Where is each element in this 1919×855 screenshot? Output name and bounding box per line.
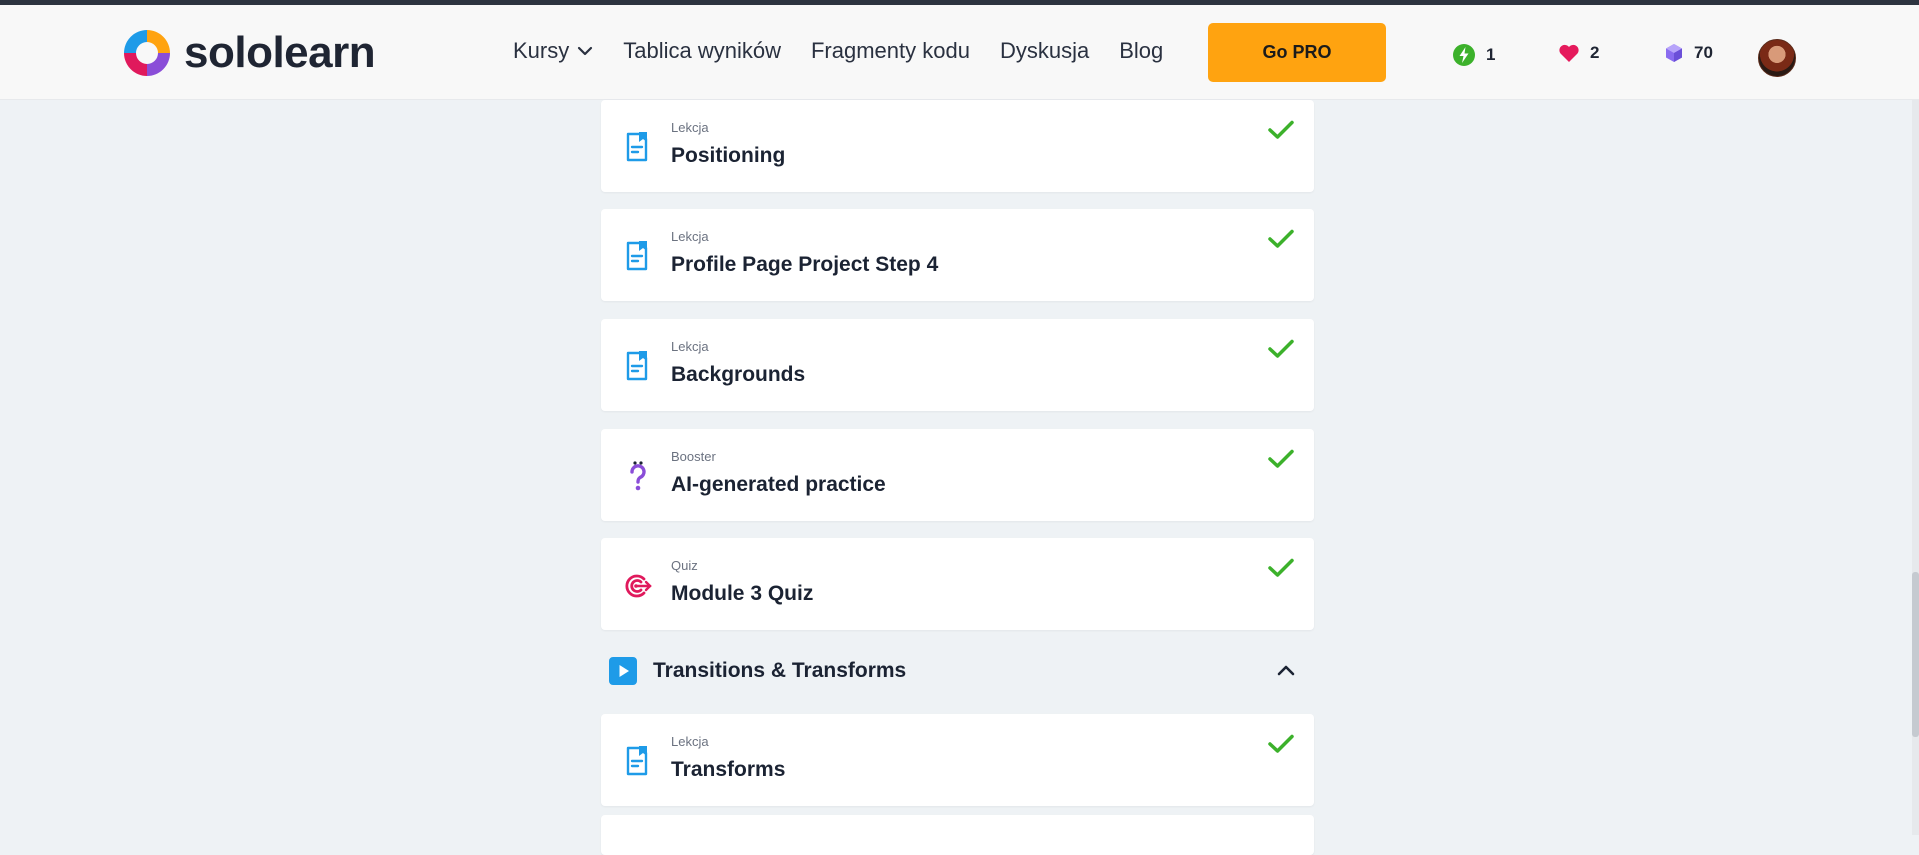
- lesson-kind: Booster: [671, 449, 716, 464]
- chevron-down-icon: [578, 46, 593, 56]
- lesson-card-partial[interactable]: [601, 815, 1314, 855]
- streak-value: 1: [1486, 45, 1496, 64]
- hearts-counter[interactable]: 2: [1558, 43, 1599, 63]
- section-title: Transitions & Transforms: [653, 659, 907, 682]
- booster-card-ai-generated-practice[interactable]: Booster AI-generated practice: [601, 429, 1314, 521]
- checkmark-icon: [1268, 558, 1294, 577]
- lesson-kind: Lekcja: [671, 339, 709, 354]
- lesson-title: Positioning: [671, 144, 786, 167]
- nav-item-label: Blog: [1119, 38, 1164, 63]
- play-icon: [609, 657, 637, 685]
- lesson-card-positioning[interactable]: Lekcja Positioning: [601, 100, 1314, 192]
- nav-item-discussion[interactable]: Dyskusja: [1000, 38, 1089, 64]
- lightning-icon: [1452, 43, 1476, 67]
- nav-item-blog[interactable]: Blog: [1119, 38, 1163, 64]
- brand-name: sololearn: [184, 28, 376, 77]
- quiz-target-icon: [625, 574, 652, 598]
- chevron-up-icon[interactable]: [1276, 663, 1296, 677]
- main-nav: Kursy Tablica wyników Fragmenty kodu Dys…: [513, 38, 1193, 64]
- heart-icon: [1558, 43, 1580, 63]
- hearts-value: 2: [1590, 43, 1600, 62]
- gem-icon: [1664, 43, 1684, 63]
- lesson-kind: Lekcja: [671, 229, 709, 244]
- nav-item-label: Dyskusja: [999, 38, 1090, 63]
- lesson-title: Backgrounds: [671, 363, 806, 386]
- lesson-card-backgrounds[interactable]: Lekcja Backgrounds: [601, 319, 1314, 411]
- quiz-card-module-3-quiz[interactable]: Quiz Module 3 Quiz: [601, 538, 1314, 630]
- lesson-title: Profile Page Project Step 4: [671, 253, 939, 276]
- sololearn-logo[interactable]: sololearn: [120, 25, 376, 81]
- go-pro-button[interactable]: Go PRO: [1208, 23, 1386, 82]
- lesson-icon: [626, 241, 648, 271]
- checkmark-icon: [1268, 120, 1294, 139]
- sololearn-logo-icon: [124, 30, 170, 76]
- nav-item-label: Tablica wyników: [623, 38, 781, 63]
- checkmark-icon: [1268, 229, 1294, 248]
- nav-item-courses[interactable]: Kursy: [513, 38, 593, 64]
- lesson-card-profile-page-project-step-4[interactable]: Lekcja Profile Page Project Step 4: [601, 209, 1314, 301]
- checkmark-icon: [1268, 734, 1294, 753]
- checkmark-icon: [1268, 449, 1294, 468]
- top-navigation-bar: sololearn Kursy Tablica wyników Fragment…: [0, 5, 1919, 100]
- lesson-kind: Lekcja: [671, 120, 709, 135]
- lesson-icon: [626, 351, 648, 381]
- nav-item-label: Fragmenty kodu: [810, 38, 970, 63]
- gems-counter[interactable]: 70: [1664, 43, 1713, 63]
- lesson-kind: Quiz: [671, 558, 698, 573]
- checkmark-icon: [1268, 339, 1294, 358]
- lesson-title: AI-generated practice: [671, 473, 886, 496]
- lesson-kind: Lekcja: [671, 734, 709, 749]
- gems-value: 70: [1694, 43, 1713, 62]
- section-header-transitions-transforms[interactable]: Transitions & Transforms: [601, 643, 1314, 699]
- lesson-title: Module 3 Quiz: [671, 582, 814, 605]
- booster-icon: [630, 461, 646, 491]
- scrollbar-thumb[interactable]: [1912, 572, 1919, 737]
- nav-item-leaderboard[interactable]: Tablica wyników: [623, 38, 781, 64]
- nav-item-label: Kursy: [513, 38, 570, 63]
- nav-item-code-snippets[interactable]: Fragmenty kodu: [811, 38, 970, 64]
- lesson-card-transforms[interactable]: Lekcja Transforms: [601, 714, 1314, 806]
- user-avatar[interactable]: [1758, 39, 1796, 77]
- streak-counter[interactable]: 1: [1452, 43, 1495, 67]
- lesson-icon: [626, 746, 648, 776]
- lesson-icon: [626, 132, 648, 162]
- lesson-title: Transforms: [671, 758, 786, 781]
